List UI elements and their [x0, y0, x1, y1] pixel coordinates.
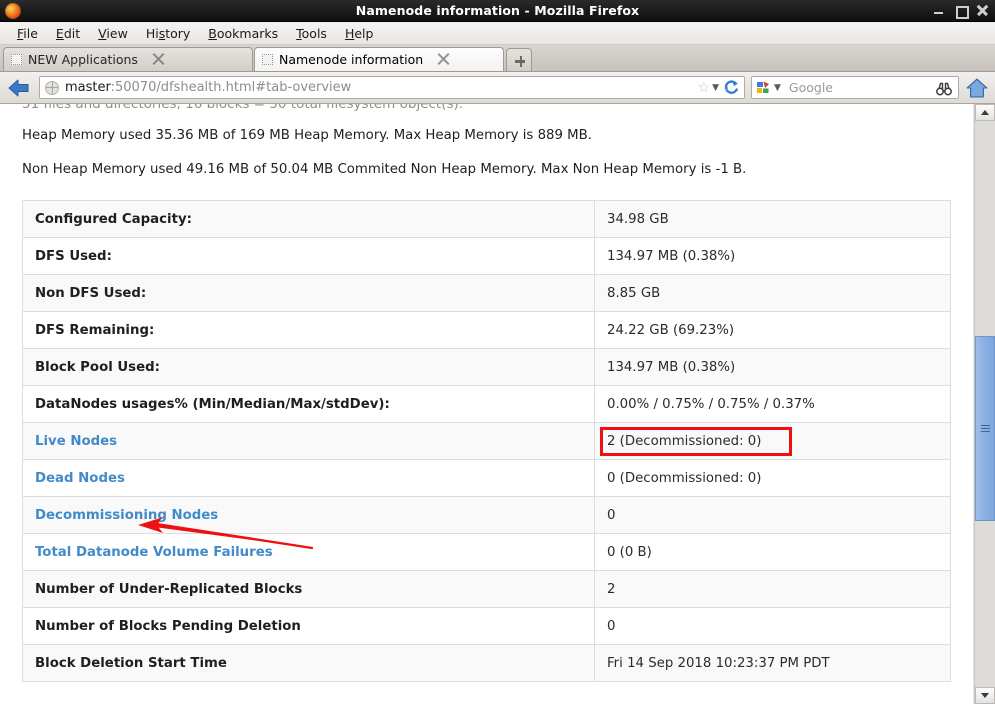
scrollbar-thumb[interactable]	[975, 336, 995, 521]
row-value: 0 (Decommissioned: 0)	[594, 459, 951, 497]
navigation-toolbar: master:50070/dfshealth.html#tab-overview…	[0, 72, 995, 104]
tab-favicon-icon	[262, 54, 273, 65]
reload-icon[interactable]	[723, 79, 740, 96]
row-value: 134.97 MB (0.38%)	[594, 348, 951, 386]
tab-namenode-information[interactable]: Namenode information	[254, 47, 504, 71]
maximize-icon[interactable]	[955, 5, 969, 19]
clipped-summary-line: 51 files and directories, 16 blocks = 50…	[22, 104, 951, 111]
scroll-up-icon[interactable]	[975, 104, 995, 121]
table-row: Number of Under-Replicated Blocks 2	[22, 570, 951, 608]
menu-item-view[interactable]: View	[89, 24, 137, 43]
table-row-decommissioning-nodes: Decommissioning Nodes 0	[22, 496, 951, 534]
menu-item-history[interactable]: History	[137, 24, 199, 43]
row-key: Number of Blocks Pending Deletion	[22, 607, 595, 645]
table-row: Block Pool Used: 134.97 MB (0.38%)	[22, 348, 951, 386]
menu-item-file[interactable]: File	[8, 24, 47, 43]
total-datanode-volume-failures-link[interactable]: Total Datanode Volume Failures	[35, 545, 273, 560]
tab-new-applications[interactable]: NEW Applications	[3, 47, 253, 71]
web-page: 51 files and directories, 16 blocks = 50…	[0, 104, 974, 704]
table-row: DataNodes usages% (Min/Median/Max/stdDev…	[22, 385, 951, 423]
row-value: 0	[594, 607, 951, 645]
table-row-live-nodes: Live Nodes 2 (Decommissioned: 0)	[22, 422, 951, 460]
scroll-down-icon[interactable]	[975, 687, 995, 704]
window-title: Namenode information - Mozilla Firefox	[355, 3, 640, 18]
table-row: Non DFS Used: 8.85 GB	[22, 274, 951, 312]
row-key: Decommissioning Nodes	[22, 496, 595, 534]
menu-item-help[interactable]: Help	[336, 24, 383, 43]
row-value: 8.85 GB	[594, 274, 951, 312]
browser-content-area: 51 files and directories, 16 blocks = 50…	[0, 104, 995, 704]
tab-label: NEW Applications	[28, 52, 138, 67]
tab-favicon-icon	[11, 54, 22, 65]
close-icon[interactable]	[977, 5, 988, 16]
row-value: Fri 14 Sep 2018 10:23:37 PM PDT	[594, 644, 951, 682]
row-key: DFS Used:	[22, 237, 595, 275]
google-icon[interactable]	[756, 80, 771, 95]
table-row: DFS Used: 134.97 MB (0.38%)	[22, 237, 951, 275]
table-row: Configured Capacity: 34.98 GB	[22, 200, 951, 238]
search-bar[interactable]: ▼ Google	[751, 76, 959, 99]
row-key: Block Pool Used:	[22, 348, 595, 386]
back-arrow-icon[interactable]	[6, 76, 33, 100]
window-controls	[933, 5, 988, 19]
bookmark-star-icon[interactable]: ☆	[698, 81, 711, 95]
minimize-icon[interactable]	[933, 5, 944, 16]
tab-bar: NEW Applications Namenode information	[0, 45, 995, 72]
vertical-scrollbar[interactable]	[974, 104, 995, 704]
binoculars-icon[interactable]	[936, 81, 952, 95]
home-icon[interactable]	[965, 76, 989, 100]
url-path: :50070/dfshealth.html#tab-overview	[110, 80, 352, 95]
row-value: 24.22 GB (69.23%)	[594, 311, 951, 349]
cluster-summary-table: Configured Capacity: 34.98 GB DFS Used: …	[22, 200, 951, 682]
table-row: DFS Remaining: 24.22 GB (69.23%)	[22, 311, 951, 349]
row-key: Live Nodes	[22, 422, 595, 460]
decommissioning-nodes-link[interactable]: Decommissioning Nodes	[35, 508, 218, 523]
red-highlight-box: 2 (Decommissioned: 0)	[599, 426, 793, 456]
non-heap-memory-text: Non Heap Memory used 49.16 MB of 50.04 M…	[22, 162, 747, 177]
row-key: Dead Nodes	[22, 459, 595, 497]
menu-item-edit[interactable]: Edit	[47, 24, 89, 43]
new-tab-button[interactable]	[506, 48, 532, 71]
table-row-volume-failures: Total Datanode Volume Failures 0 (0 B)	[22, 533, 951, 571]
row-value: 0	[594, 496, 951, 534]
table-row-dead-nodes: Dead Nodes 0 (Decommissioned: 0)	[22, 459, 951, 497]
row-key: Block Deletion Start Time	[22, 644, 595, 682]
globe-icon	[45, 80, 59, 95]
menu-item-tools[interactable]: Tools	[287, 24, 336, 43]
dead-nodes-link[interactable]: Dead Nodes	[35, 471, 125, 486]
tab-close-icon[interactable]	[437, 53, 450, 66]
row-key: DataNodes usages% (Min/Median/Max/stdDev…	[22, 385, 595, 423]
row-value: 134.97 MB (0.38%)	[594, 237, 951, 275]
tab-close-icon[interactable]	[152, 53, 165, 66]
row-key: Non DFS Used:	[22, 274, 595, 312]
scrollbar-grip-icon	[980, 423, 990, 434]
table-row: Block Deletion Start Time Fri 14 Sep 201…	[22, 644, 951, 682]
row-key: Total Datanode Volume Failures	[22, 533, 595, 571]
chevron-down-icon[interactable]: ▼	[774, 83, 781, 93]
row-value: 0 (0 B)	[594, 533, 951, 571]
row-value: 34.98 GB	[594, 200, 951, 238]
tab-label: Namenode information	[279, 52, 424, 67]
row-value: 2	[594, 570, 951, 608]
chevron-down-icon[interactable]: ▼	[712, 83, 719, 93]
row-key: Configured Capacity:	[22, 200, 595, 238]
url-text: master:50070/dfshealth.html#tab-overview	[65, 80, 694, 95]
search-input[interactable]: Google	[789, 80, 936, 95]
table-row: Number of Blocks Pending Deletion 0	[22, 607, 951, 645]
scrollbar-track[interactable]	[975, 121, 995, 687]
row-value: 2 (Decommissioned: 0)	[594, 422, 951, 460]
url-bar[interactable]: master:50070/dfshealth.html#tab-overview…	[39, 76, 745, 99]
row-key: DFS Remaining:	[22, 311, 595, 349]
window-titlebar: Namenode information - Mozilla Firefox	[0, 0, 995, 22]
row-key: Number of Under-Replicated Blocks	[22, 570, 595, 608]
firefox-logo-icon	[5, 2, 21, 19]
menu-bar: File Edit View History Bookmarks Tools H…	[0, 22, 995, 45]
menu-item-bookmarks[interactable]: Bookmarks	[199, 24, 287, 43]
row-value: 0.00% / 0.75% / 0.75% / 0.37%	[594, 385, 951, 423]
heap-memory-text: Heap Memory used 35.36 MB of 169 MB Heap…	[22, 128, 593, 143]
live-nodes-link[interactable]: Live Nodes	[35, 434, 117, 449]
url-host: master	[65, 80, 111, 95]
